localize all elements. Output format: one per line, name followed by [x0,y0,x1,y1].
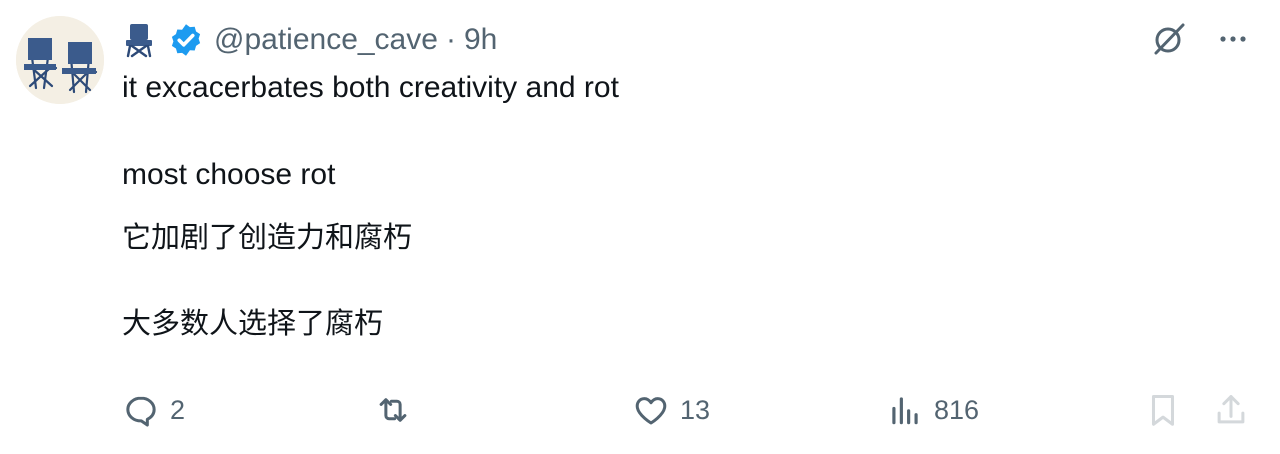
heart-icon [635,397,667,425]
post-action-bar: 2 13 816 [0,386,1280,434]
reply-count: 2 [170,394,186,425]
views-button[interactable]: 816 [886,386,979,434]
post-text-line: most choose rot [122,158,336,191]
verified-badge-icon[interactable] [168,22,204,58]
repost-icon [379,398,407,422]
reply-button[interactable]: 2 [122,386,185,434]
share-button[interactable] [1212,386,1250,434]
author-handle[interactable]: @patience_cave [214,23,438,57]
grok-icon[interactable] [1150,20,1188,58]
like-count: 13 [680,394,711,425]
repost-button[interactable] [374,386,422,434]
view-count: 816 [934,394,980,425]
reply-icon [126,396,156,427]
share-icon [1217,395,1245,424]
post-text-line: it excacerbates both creativity and rot [122,71,619,104]
post-text-line-translation: 大多数人选择了腐朽 [122,306,384,340]
separator-dot: · [445,23,456,56]
post-header: @patience_cave · 9h [122,18,497,62]
analytics-bars-icon [892,397,918,425]
avatar[interactable] [16,16,104,104]
chair-icon [126,24,152,58]
bookmark-button[interactable] [1144,386,1182,434]
tweet[interactable]: @patience_cave · 9h it excacerbates both… [0,0,1280,454]
post-top-actions [1150,20,1250,58]
folding-chairs-avatar-image [16,16,104,104]
like-button[interactable]: 13 [632,386,710,434]
post-text-line-translation: 它加剧了创造力和腐朽 [122,220,413,254]
post-timestamp[interactable]: 9h [464,23,497,57]
more-options-icon[interactable] [1216,22,1250,56]
bookmark-icon [1151,395,1175,426]
